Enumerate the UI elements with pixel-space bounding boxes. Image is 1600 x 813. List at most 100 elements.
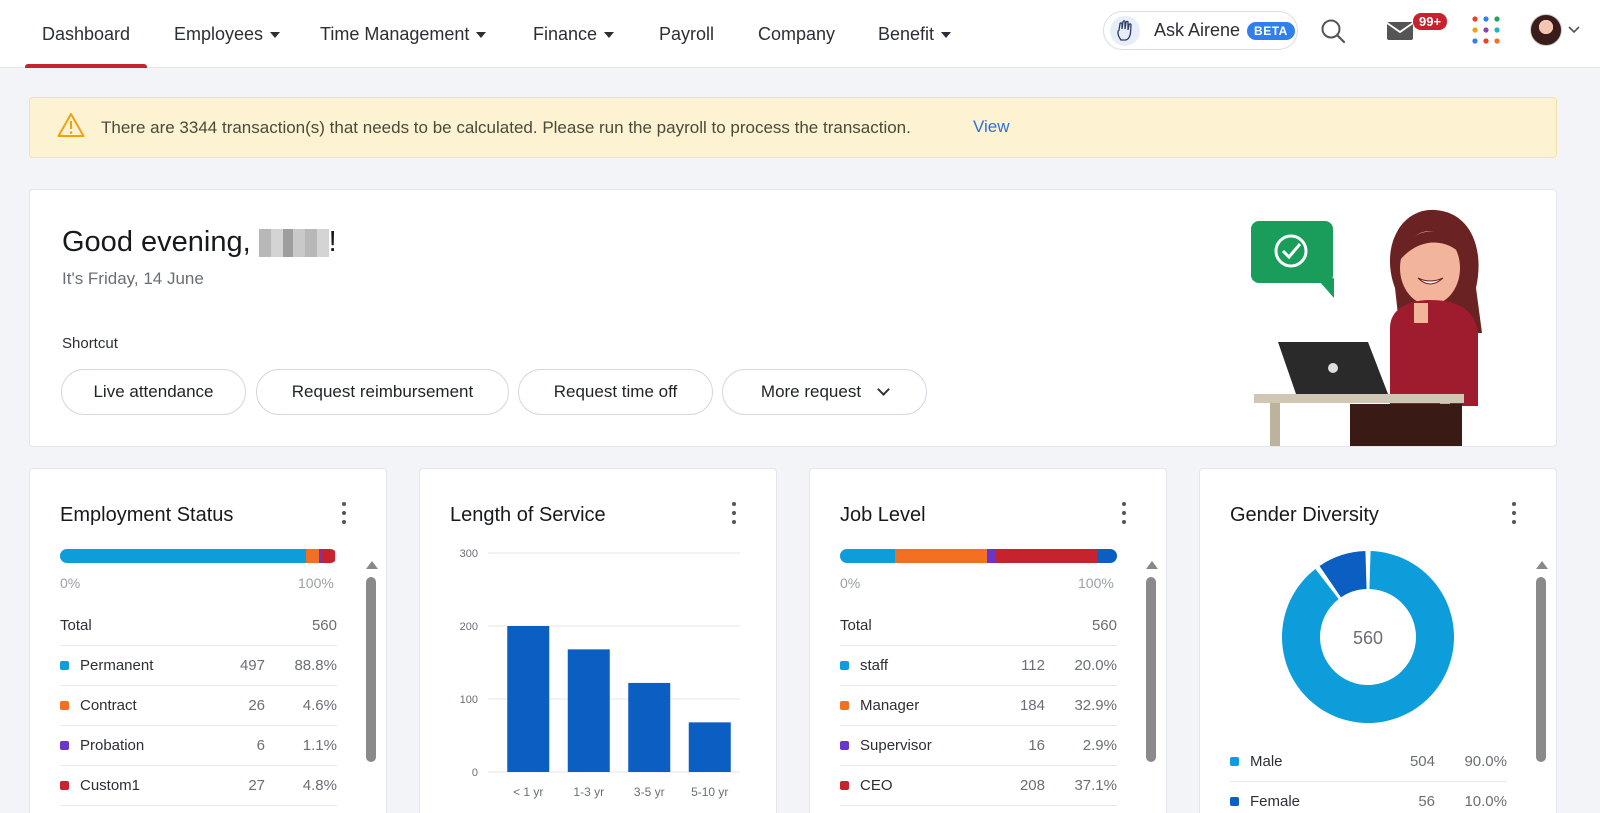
nav-dashboard[interactable]: Dashboard [24, 0, 148, 68]
greeting-suffix: ! [328, 226, 337, 258]
legend-row: Custom1 27 4.8% [60, 766, 337, 806]
shortcut-btn-label: Request time off [553, 382, 678, 401]
bar-segment [321, 549, 336, 563]
bar[interactable] [507, 626, 550, 772]
more-options-icon[interactable] [1121, 502, 1127, 524]
total-label: Total [60, 617, 92, 634]
chevron-down-icon [877, 383, 890, 396]
scrollbar-thumb[interactable] [1536, 577, 1546, 762]
legend-percent: 20.0% [1074, 657, 1117, 674]
caret-down-icon [270, 32, 281, 38]
nav-finance[interactable]: Finance [533, 0, 615, 68]
employment-status-bar [60, 549, 337, 563]
y-tick-label: 100 [460, 694, 478, 706]
ask-airene-button[interactable]: Ask Airene BETA [1103, 11, 1298, 50]
shortcut-btn-label: More request [760, 382, 862, 401]
bar[interactable] [628, 682, 671, 772]
legend-percent: 90.0% [1464, 753, 1507, 770]
total-value: 560 [1091, 617, 1117, 634]
legend-count: 504 [1409, 753, 1435, 770]
legend-row: CEO 208 37.1% [840, 766, 1117, 806]
nav-benefit[interactable]: Benefit [878, 0, 952, 68]
shortcut-btn-label: Live attendance [93, 382, 214, 401]
widget-title: Gender Diversity [1230, 504, 1379, 526]
mail-icon[interactable] [1385, 18, 1415, 44]
legend-name: Female [1250, 793, 1301, 810]
request-reimbursement-button[interactable]: Request reimbursement [256, 369, 509, 415]
more-options-icon[interactable] [731, 502, 737, 524]
legend-name: Probation [80, 737, 145, 754]
hand-icon [1110, 15, 1140, 46]
scrollbar[interactable] [1536, 561, 1548, 813]
request-time-off-button[interactable]: Request time off [518, 369, 713, 415]
chevron-down-icon[interactable] [1567, 24, 1581, 36]
bar-segment [1097, 549, 1117, 563]
scroll-up-icon[interactable] [366, 561, 378, 569]
notification-badge: 99+ [1413, 13, 1448, 30]
bar-segment [986, 549, 995, 563]
bar-segment [840, 549, 896, 563]
total-row: Total 560 [840, 606, 1117, 646]
woman-laptop-illustration [1251, 209, 1482, 446]
top-navbar: Dashboard Employees Time Management Fina… [0, 0, 1600, 68]
nav-label: Employees [174, 23, 264, 44]
legend-swatch [1230, 797, 1239, 806]
shortcut-label: Shortcut [62, 335, 118, 352]
bar[interactable] [567, 649, 610, 772]
more-options-icon[interactable] [1511, 502, 1517, 524]
legend-swatch [840, 741, 849, 750]
beta-badge: BETA [1247, 21, 1295, 40]
employment-status-card: Employment Status 0% 100% Total 560 Perm… [29, 468, 387, 813]
scrollbar[interactable] [1146, 561, 1158, 813]
nav-label: Payroll [659, 23, 715, 44]
caret-down-icon [476, 32, 487, 38]
bar-segment [994, 549, 1098, 563]
nav-employees[interactable]: Employees [174, 0, 281, 68]
legend-row: Permanent 497 88.8% [60, 646, 337, 686]
scrollbar-thumb[interactable] [1146, 577, 1156, 762]
user-avatar[interactable] [1530, 14, 1562, 46]
more-request-button[interactable]: More request [722, 369, 927, 415]
search-icon[interactable] [1318, 16, 1348, 46]
scroll-up-icon[interactable] [1536, 561, 1548, 569]
more-options-icon[interactable] [341, 502, 347, 524]
legend-percent: 10.0% [1464, 793, 1507, 810]
legend-count: 208 [1019, 777, 1045, 794]
nav-label: Time Management [320, 23, 470, 44]
scroll-up-icon[interactable] [1146, 561, 1158, 569]
live-attendance-button[interactable]: Live attendance [61, 369, 246, 415]
total-value: 560 [311, 617, 337, 634]
y-tick-label: 200 [460, 621, 478, 633]
nav-label: Company [758, 23, 836, 44]
legend-swatch [60, 781, 69, 790]
legend-row: Manager 184 32.9% [840, 686, 1117, 726]
legend-percent: 88.8% [294, 657, 337, 674]
job-level-card: Job Level 0% 100% Total 560 staff 112 20.0… [809, 468, 1167, 813]
scrollbar-thumb[interactable] [366, 577, 376, 762]
nav-payroll[interactable]: Payroll [659, 0, 714, 68]
widget-title: Job Level [840, 504, 926, 526]
apps-grid-icon[interactable] [1470, 14, 1502, 46]
total-label: Total [840, 617, 872, 634]
donut-center-total: 560 [1353, 628, 1383, 648]
length-of-service-chart: 0 100 200 300 < 1 yr 1-3 yr 3-5 yr 5-10 yr [460, 548, 740, 799]
warning-icon [57, 112, 85, 143]
scrollbar[interactable] [366, 561, 378, 813]
greeting-card: Good evening, ! It's Friday, 14 June Sho… [29, 189, 1557, 447]
y-tick-label: 0 [472, 767, 478, 779]
legend-name: staff [860, 657, 889, 674]
alert-view-link[interactable]: View [973, 117, 1010, 137]
legend-row: Female 56 10.0% [1230, 782, 1507, 813]
legend-count: 497 [239, 657, 265, 674]
alert-message: There are 3344 transaction(s) that needs… [101, 118, 911, 137]
nav-time-management[interactable]: Time Management [320, 0, 487, 68]
widget-title: Employment Status [60, 504, 234, 526]
nav-company[interactable]: Company [758, 0, 835, 68]
legend-swatch [1230, 757, 1239, 766]
y-tick-label: 300 [460, 548, 478, 560]
legend-count: 184 [1019, 697, 1045, 714]
legend-count: 112 [1021, 657, 1045, 674]
legend-row: staff 112 20.0% [840, 646, 1117, 686]
legend-row: Male 504 90.0% [1230, 742, 1507, 782]
bar[interactable] [688, 722, 731, 772]
